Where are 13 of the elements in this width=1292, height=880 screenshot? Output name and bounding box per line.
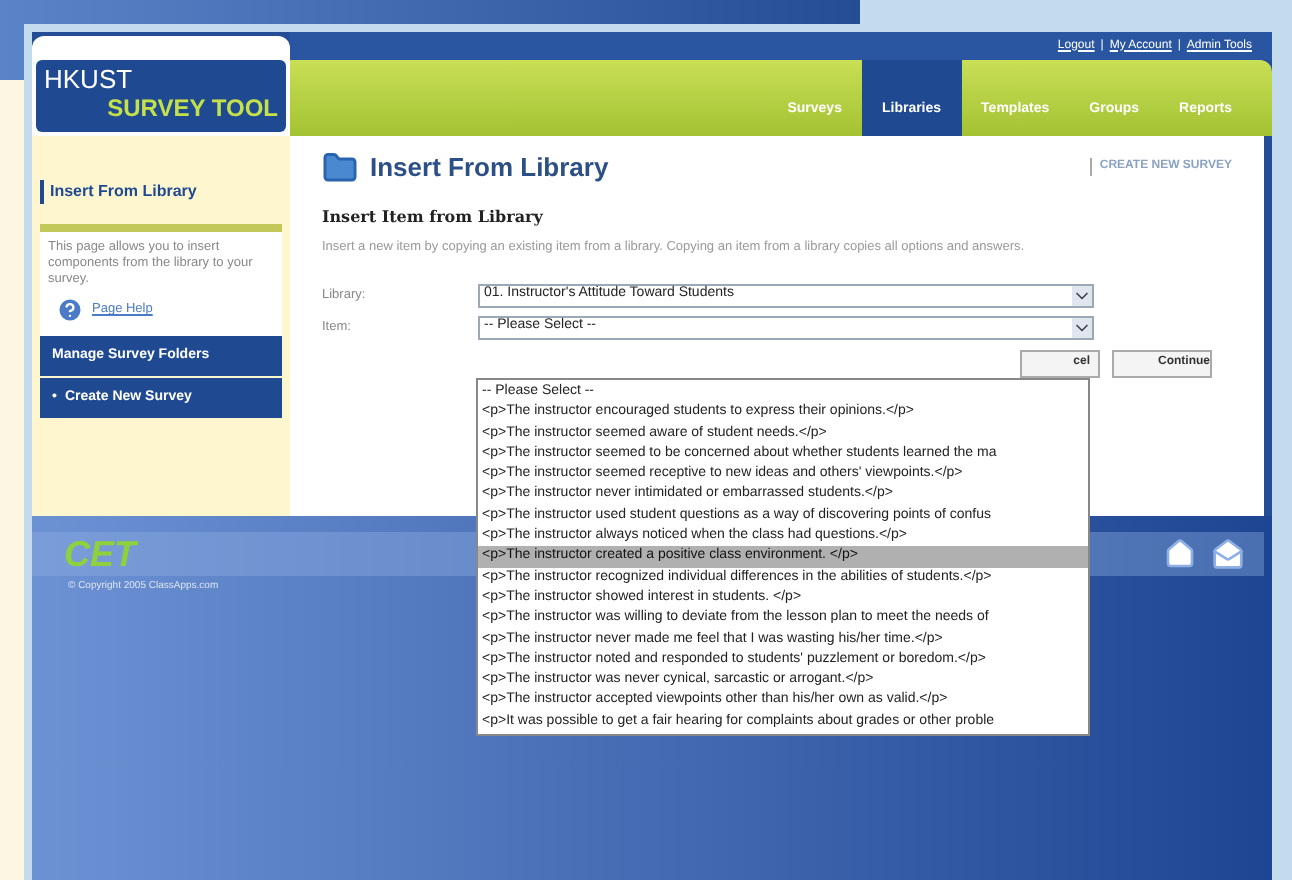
dropdown-arrow-icon [1072,317,1092,337]
sidebar-title: Insert From Library [40,180,282,204]
folder-icon [322,149,358,186]
dropdown-arrow-icon [1072,285,1092,305]
brand-subtitle: SURVEY TOOL [107,94,278,124]
mail-icon[interactable] [1212,538,1244,570]
home-icon[interactable] [1164,538,1196,570]
footer-logo: CET [64,536,136,572]
item-dropdown-list[interactable] [476,378,1090,737]
section-title: Insert Item from Library [322,203,545,227]
help-icon [56,296,84,324]
brand-name: HKUST [44,64,135,94]
page-title: Insert From Library [370,150,609,186]
